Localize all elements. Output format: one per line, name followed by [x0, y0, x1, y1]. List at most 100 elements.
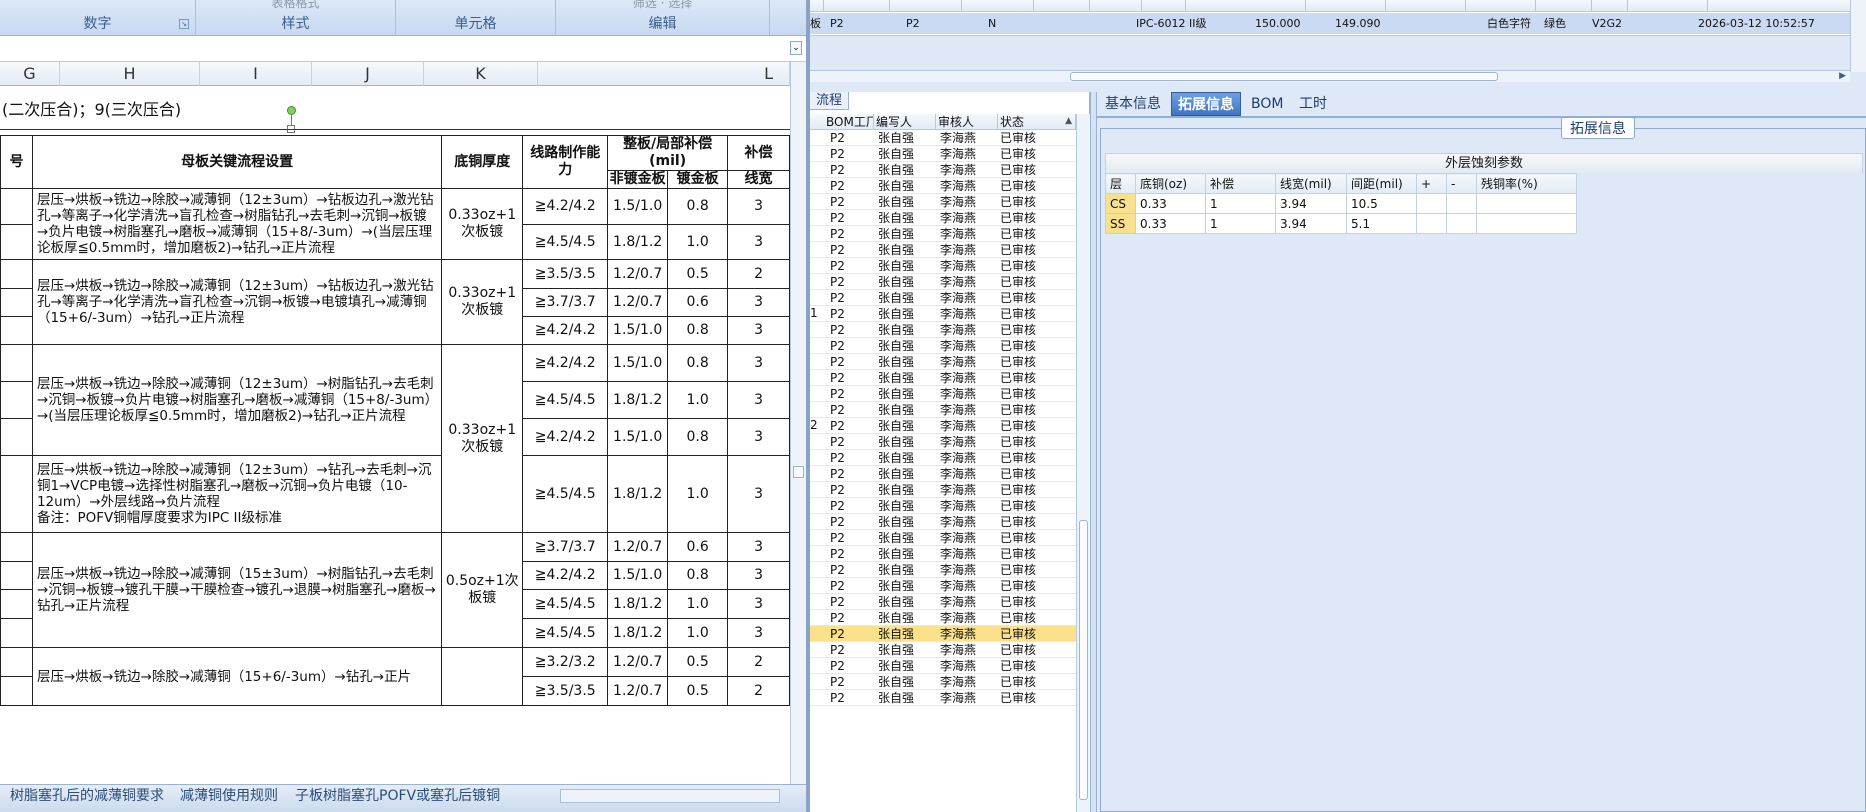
sheet-vertical-scrollbar[interactable] — [790, 62, 806, 784]
column-header-k[interactable]: K — [424, 62, 538, 86]
sheet-tab-2[interactable]: 减薄铜使用规则 — [180, 785, 278, 807]
flow-row[interactable]: P2 张自强 李海燕 已审核 — [810, 210, 1076, 226]
order-grid-vertical-scrollbar[interactable] — [1850, 0, 1866, 72]
params-cell[interactable]: 0.33 — [1135, 193, 1206, 214]
flow-row[interactable]: P2 张自强 李海燕 已审核 — [810, 530, 1076, 546]
flow-tab[interactable]: 流程 — [810, 92, 850, 110]
sheet-tab-1[interactable]: 树脂塞孔后的减薄铜要求 — [10, 785, 164, 807]
flow-row[interactable]: P2 张自强 李海燕 已审核 — [810, 578, 1076, 594]
scroll-thumb[interactable] — [1070, 72, 1498, 81]
flow-row[interactable]: P2 张自强 李海燕 已审核 — [810, 370, 1076, 386]
params-row[interactable]: CS 0.33 1 3.94 10.5 — [1105, 193, 1577, 214]
flow-row[interactable]: P2 张自强 李海燕 已审核 — [810, 178, 1076, 194]
flow-vertical-scrollbar[interactable] — [1076, 114, 1090, 812]
flow-row[interactable]: P2 张自强 李海燕 已审核 — [810, 482, 1076, 498]
params-cell[interactable]: 3.94 — [1275, 193, 1347, 214]
flow-row[interactable]: P2 张自强 李海燕 已审核 — [810, 498, 1076, 514]
params-cell[interactable]: CS — [1105, 193, 1136, 214]
column-header-j[interactable]: J — [312, 62, 424, 86]
flow-row[interactable]: P2 张自强 李海燕 已审核 — [810, 674, 1076, 690]
value-cell: ≧4.5/4.5 — [522, 455, 609, 533]
order-grid-row-selected[interactable]: 板 P2 P2 N IPC-6012 II级 150.000 149.090 白… — [810, 13, 1850, 34]
flow-row[interactable]: P2 张自强 李海燕 已审核 — [810, 146, 1076, 162]
flow-row[interactable]: P2 张自强 李海燕 已审核 — [810, 418, 1076, 434]
params-cell[interactable]: 10.5 — [1346, 193, 1417, 214]
flow-row[interactable]: P2 张自强 李海燕 已审核 — [810, 562, 1076, 578]
params-cell[interactable] — [1416, 213, 1447, 234]
flow-header-writer[interactable]: 编写人 — [874, 114, 936, 130]
table-row: 层压→烘板→铣边→除胶→减薄铜（12±3um）→树脂钻孔→去毛刺→沉铜→板镀→负… — [0, 344, 790, 533]
params-cell[interactable] — [1446, 213, 1477, 234]
flow-header-reviewer[interactable]: 审核人 — [936, 114, 998, 130]
rotate-handle[interactable] — [287, 106, 296, 115]
header-cell-extra2: 线宽 — [727, 170, 790, 189]
flow-cell: P2 — [830, 643, 845, 657]
grid-cell: P2 — [906, 17, 920, 30]
copper-thickness-cell: 0.33oz+1次板镀 — [441, 259, 524, 345]
params-cell[interactable]: 0.33 — [1135, 213, 1206, 234]
cell-index — [0, 589, 33, 619]
flow-row[interactable]: P2 张自强 李海燕 已审核 — [810, 130, 1076, 146]
flow-row[interactable]: P2 张自强 李海燕 已审核 — [810, 610, 1076, 626]
flow-row[interactable]: P2 张自强 李海燕 已审核 — [810, 242, 1076, 258]
flow-row[interactable]: P2 张自强 李海燕 已审核 — [810, 690, 1076, 706]
formula-bar[interactable]: ⌄ — [0, 36, 806, 62]
tab-bom[interactable]: BOM — [1245, 92, 1289, 116]
dialog-launcher-icon[interactable]: ↘ — [179, 19, 189, 29]
params-cell[interactable] — [1416, 193, 1447, 214]
flow-row[interactable]: P2 张自强 李海燕 已审核 — [810, 642, 1076, 658]
params-cell[interactable]: 1 — [1205, 193, 1276, 214]
flow-row[interactable]: P2 张自强 李海燕 已审核 — [810, 386, 1076, 402]
flow-row[interactable]: P2 张自强 李海燕 已审核 — [810, 306, 1076, 322]
expand-formula-bar-icon[interactable]: ⌄ — [790, 41, 802, 55]
tab-basic-info[interactable]: 基本信息 — [1099, 92, 1167, 116]
order-grid-horizontal-scrollbar[interactable]: ▶ — [810, 70, 1850, 82]
flow-row[interactable]: P2 张自强 李海燕 已审核 — [810, 434, 1076, 450]
flow-row[interactable]: P2 张自强 李海燕 已审核 — [810, 354, 1076, 370]
params-cell[interactable]: 1 — [1205, 213, 1276, 234]
params-cell[interactable] — [1476, 193, 1577, 214]
ribbon-group-top[interactable]: 筛选 · 选择 — [556, 0, 769, 12]
flow-row[interactable]: P2 张自强 李海燕 已审核 — [810, 338, 1076, 354]
flow-cell: 已审核 — [1000, 579, 1036, 593]
params-cell[interactable]: 5.1 — [1346, 213, 1417, 234]
grid-cell: 149.090 — [1335, 17, 1381, 30]
flow-row[interactable]: P2 张自强 李海燕 已审核 — [810, 226, 1076, 242]
column-header-h[interactable]: H — [60, 62, 200, 86]
flow-row[interactable]: P2 张自强 李海燕 已审核 — [810, 466, 1076, 482]
flow-row[interactable]: P2 张自强 李海燕 已审核 — [810, 194, 1076, 210]
ribbon-group-top[interactable]: 表格格式 — [196, 0, 395, 12]
flow-row[interactable]: P2 张自强 李海燕 已审核 — [810, 322, 1076, 338]
sheet-horizontal-scrollbar[interactable] — [560, 789, 780, 803]
scroll-thumb[interactable] — [1079, 520, 1088, 800]
sort-up-icon[interactable]: ▲ — [1065, 116, 1072, 126]
tab-labor-hours[interactable]: 工时 — [1293, 92, 1333, 116]
tab-extended-info[interactable]: 拓展信息 — [1171, 92, 1241, 116]
value-cell: 1.0 — [667, 455, 729, 533]
flow-header-bom[interactable]: BOM工厂 — [824, 114, 874, 130]
flow-row[interactable]: P2 张自强 李海燕 已审核 — [810, 450, 1076, 466]
column-header-g[interactable]: G — [0, 62, 60, 86]
params-cell[interactable]: SS — [1105, 213, 1136, 234]
scroll-thumb[interactable] — [793, 466, 804, 478]
flow-row[interactable]: P2 张自强 李海燕 已审核 — [810, 658, 1076, 674]
flow-row[interactable]: P2 张自强 李海燕 已审核 — [810, 162, 1076, 178]
flow-row[interactable]: P2 张自强 李海燕 已审核 — [810, 626, 1076, 642]
flow-row[interactable]: P2 张自强 李海燕 已审核 — [810, 402, 1076, 418]
params-cell[interactable]: 3.94 — [1275, 213, 1347, 234]
params-cell[interactable] — [1476, 213, 1577, 234]
flow-row[interactable]: P2 张自强 李海燕 已审核 — [810, 258, 1076, 274]
column-header-l[interactable]: L — [538, 62, 790, 86]
column-header-i[interactable]: I — [200, 62, 312, 86]
panel-splitter[interactable] — [1090, 92, 1097, 812]
sheet-area[interactable]: (二次压合)；9(三次压合) 号母板关键流程设置 底铜厚度 线路制作能力 整板/局部补… — [0, 86, 790, 784]
sheet-tab-3[interactable]: 子板树脂塞孔POFV或塞孔后镀铜 — [295, 785, 500, 807]
params-row[interactable]: SS 0.33 1 3.94 5.1 — [1105, 213, 1577, 234]
flow-row[interactable]: P2 张自强 李海燕 已审核 — [810, 274, 1076, 290]
scroll-right-arrow-icon[interactable]: ▶ — [1839, 71, 1846, 82]
params-cell[interactable] — [1446, 193, 1477, 214]
flow-row[interactable]: P2 张自强 李海燕 已审核 — [810, 290, 1076, 306]
flow-row[interactable]: P2 张自强 李海燕 已审核 — [810, 594, 1076, 610]
flow-row[interactable]: P2 张自强 李海燕 已审核 — [810, 546, 1076, 562]
flow-row[interactable]: P2 张自强 李海燕 已审核 — [810, 514, 1076, 530]
